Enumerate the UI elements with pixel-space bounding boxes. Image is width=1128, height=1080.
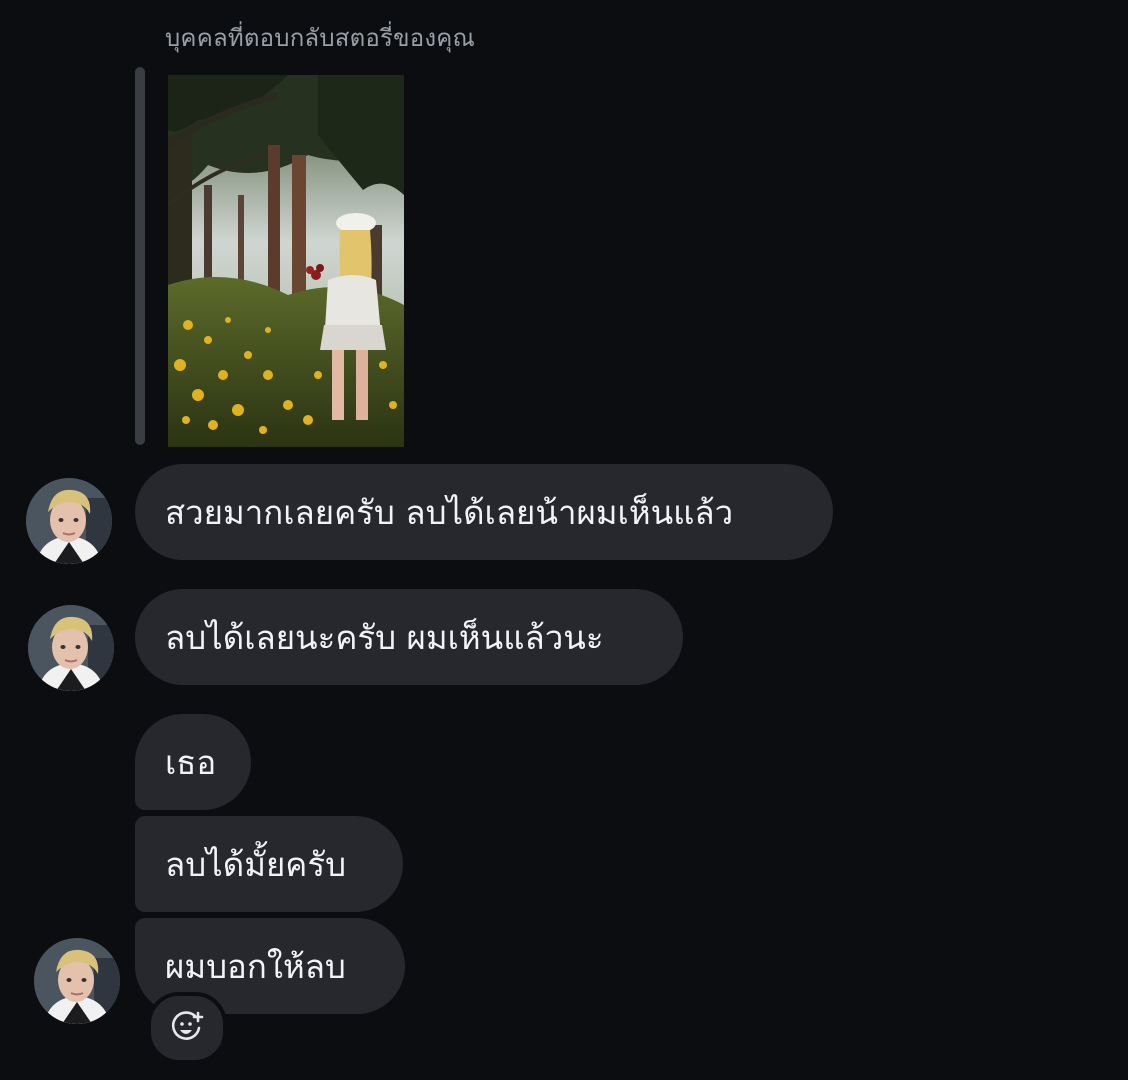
message-bubble[interactable]: ลบได้เลยนะครับ ผมเห็นแล้วนะ: [135, 589, 683, 685]
story-image: [168, 75, 404, 447]
sender-avatar[interactable]: [26, 478, 112, 564]
message-text: ลบได้เลยนะครับ ผมเห็นแล้วนะ: [165, 617, 604, 657]
chat-thread: บุคคลที่ตอบกลับสตอรี่ของคุณ สวยมากเลยครั…: [0, 0, 1128, 1080]
message-bubble[interactable]: ลบได้มั้ยครับ: [135, 816, 403, 912]
message-text: ผมบอกให้ลบ: [165, 946, 346, 986]
story-thumbnail[interactable]: [168, 75, 404, 447]
sender-avatar[interactable]: [28, 605, 114, 691]
reply-quote-bar: [135, 67, 145, 445]
add-reaction-button[interactable]: [147, 992, 227, 1064]
message-text: ลบได้มั้ยครับ: [165, 844, 347, 884]
message-text: สวยมากเลยครับ ลบได้เลยน้าผมเห็นแล้ว: [165, 492, 734, 532]
reply-context-caption: บุคคลที่ตอบกลับสตอรี่ของคุณ: [165, 24, 475, 52]
avatar-portrait: [26, 478, 112, 564]
avatar-portrait: [28, 605, 114, 691]
avatar-portrait: [34, 938, 120, 1024]
message-bubble[interactable]: สวยมากเลยครับ ลบได้เลยน้าผมเห็นแล้ว: [135, 464, 833, 560]
add-reaction-smiley-icon: [171, 1011, 204, 1040]
message-bubble[interactable]: เธอ: [135, 714, 251, 810]
message-text: เธอ: [165, 742, 217, 782]
sender-avatar[interactable]: [34, 938, 120, 1024]
